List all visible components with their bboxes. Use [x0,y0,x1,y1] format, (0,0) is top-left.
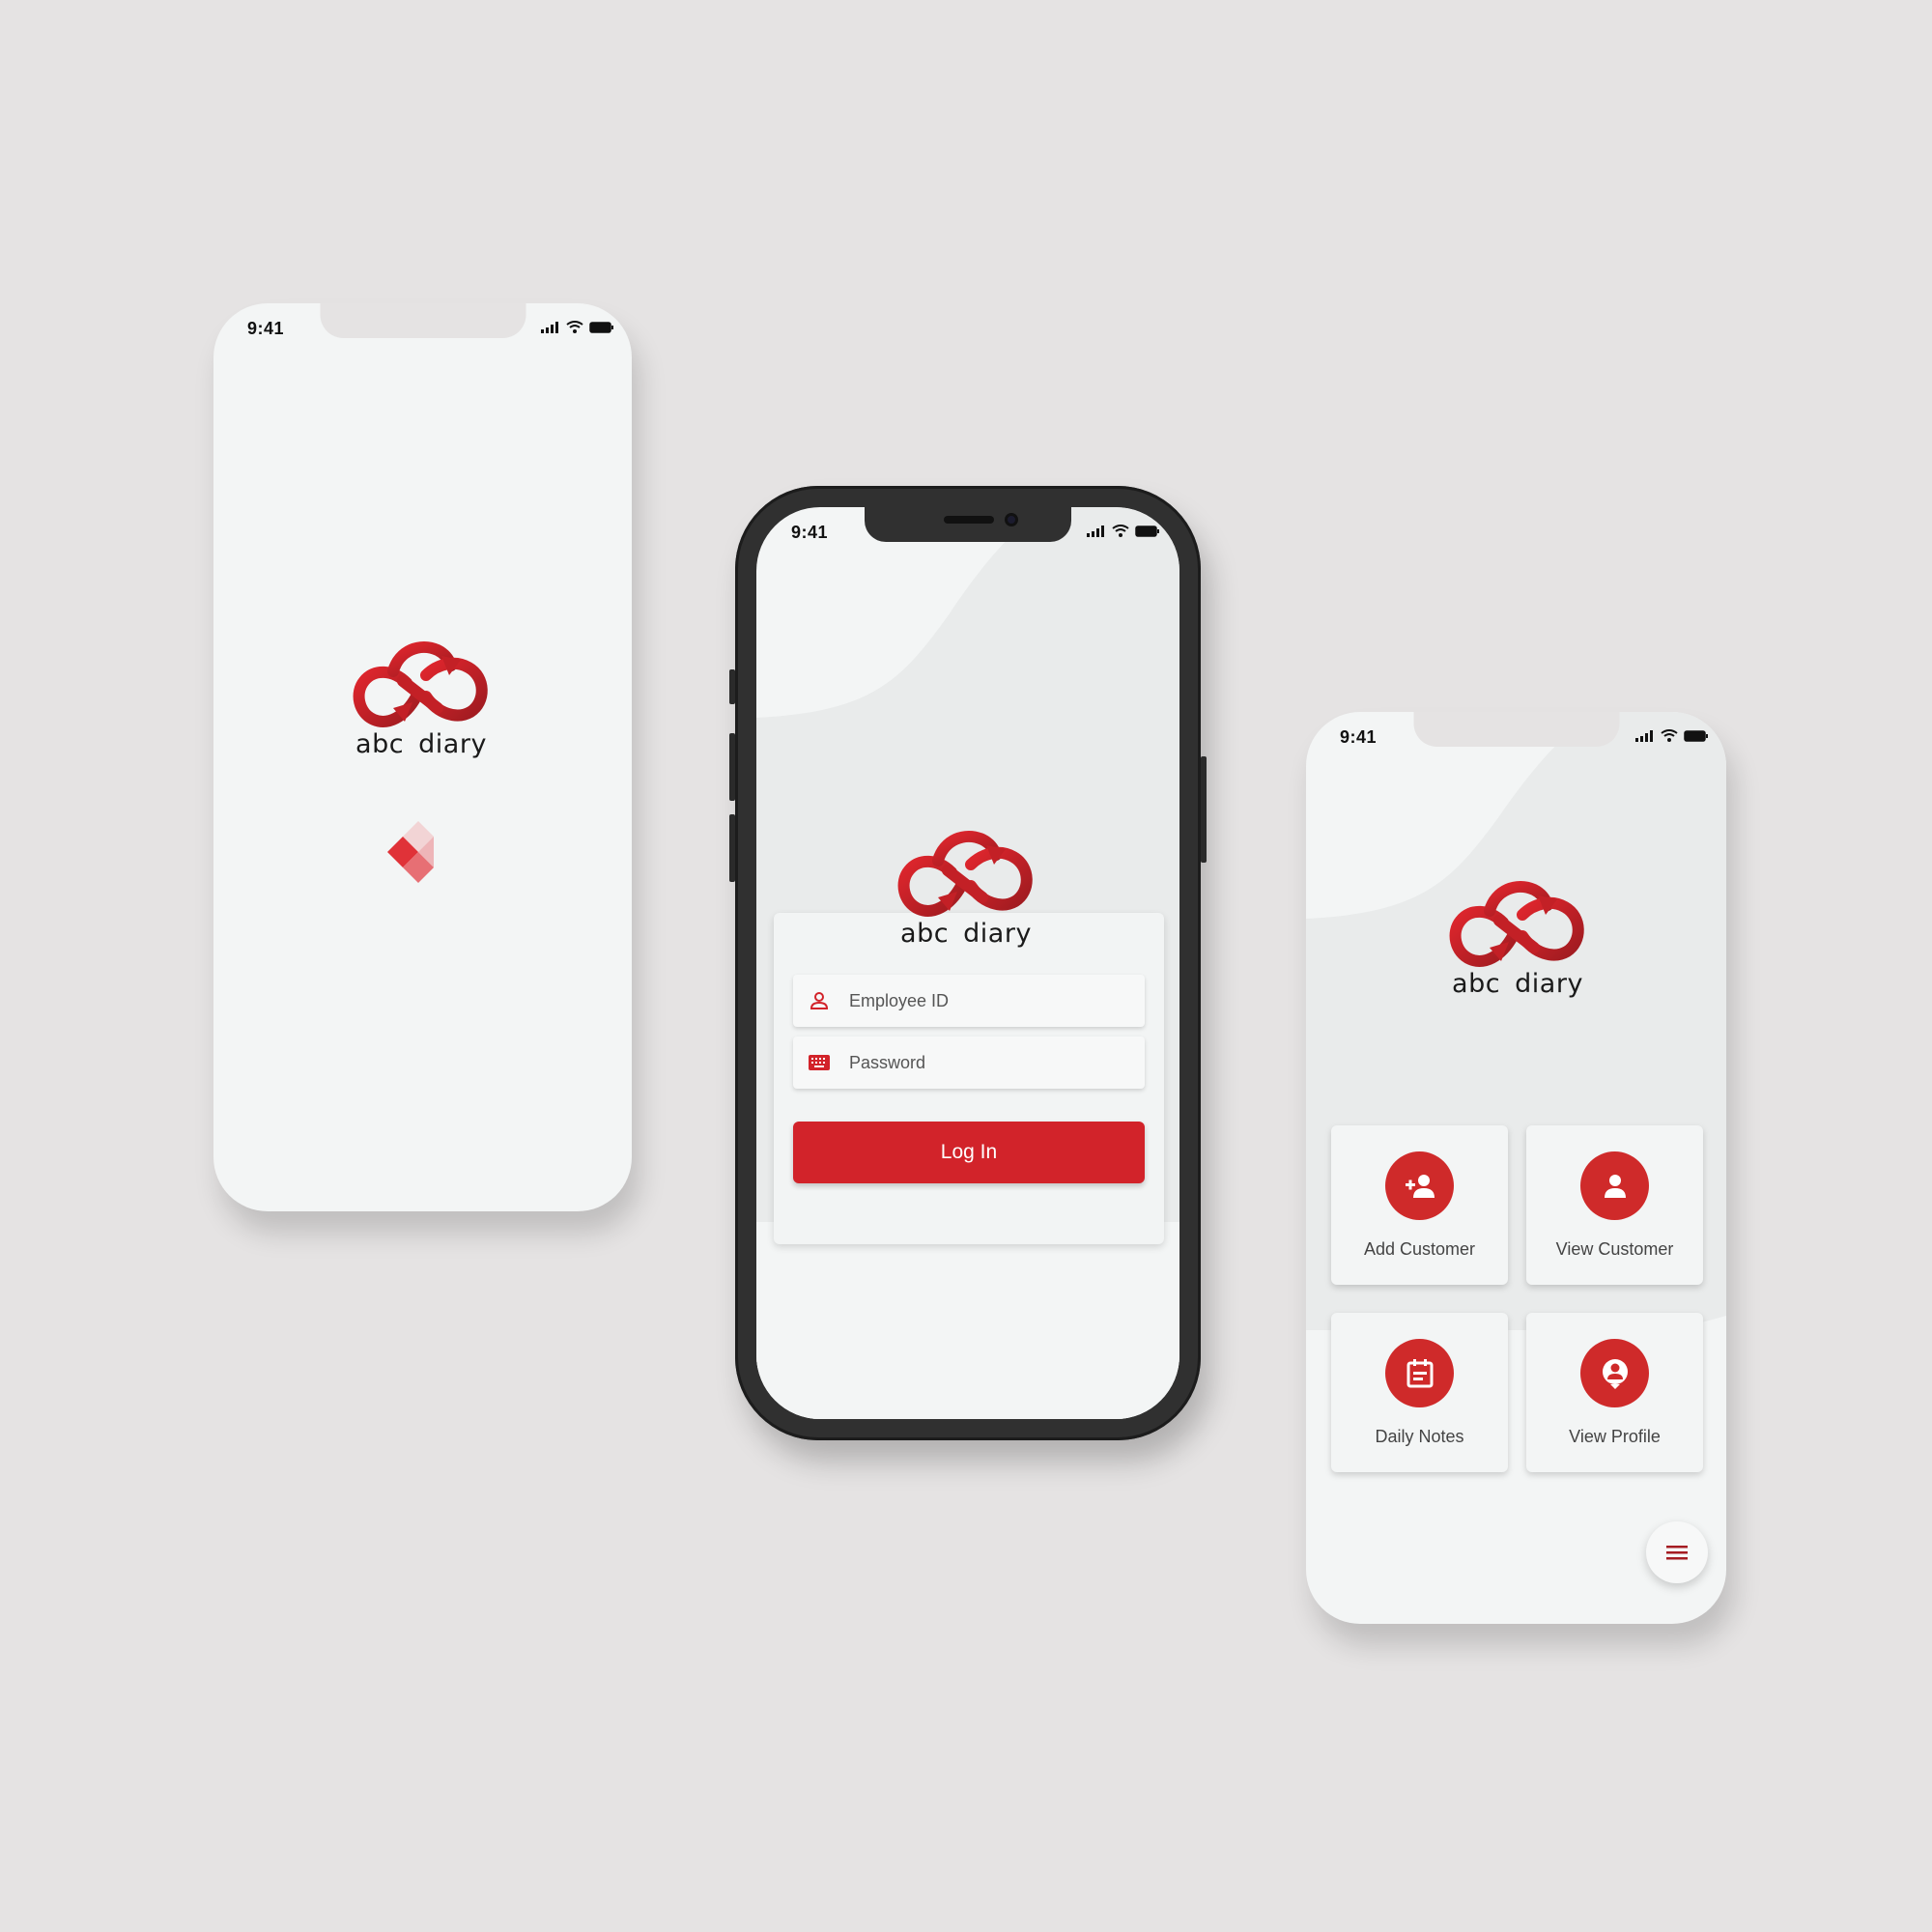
logo-mark-icon [349,637,494,733]
brand-name: abc diary [1452,969,1583,999]
diamond-loader-icon [387,821,434,883]
status-icons [1087,525,1160,537]
employee-id-field[interactable]: Employee ID [793,975,1145,1027]
login-screen: 9:41 Employee ID Password Log In abc dia… [756,507,1179,1419]
splash-screen: 9:41 abc diary [213,303,632,1211]
wifi-icon [1112,525,1129,537]
hamburger-menu-icon [1666,1546,1688,1560]
view-customer-tile[interactable]: View Customer [1526,1125,1703,1285]
keyboard-icon [809,1052,830,1073]
battery-icon [1684,729,1708,742]
signal-icon [1087,525,1104,537]
volume-up-button [729,733,735,801]
status-time: 9:41 [247,319,285,338]
menu-fab[interactable] [1646,1521,1708,1583]
brand-logo: abc diary [349,637,494,759]
login-card: Employee ID Password Log In [774,913,1164,1244]
notch [1413,712,1619,747]
wifi-icon [566,321,583,333]
brand-name: abc diary [355,729,487,759]
tile-label: Daily Notes [1375,1427,1464,1446]
status-icons [541,321,614,333]
notch [320,303,526,338]
tile-label: Add Customer [1363,1239,1476,1259]
battery-icon [1135,525,1159,537]
employee-id-placeholder: Employee ID [849,990,950,1010]
speaker [944,516,994,524]
login-button[interactable]: Log In [793,1122,1145,1183]
volume-down-button [729,814,735,882]
status-icons [1635,729,1709,742]
tile-label: View Profile [1569,1427,1661,1446]
logo-mark-icon [1445,876,1590,973]
calendar-notes-icon [1385,1339,1454,1407]
brand-logo: abc diary [1445,876,1590,999]
profile-badge-icon [1580,1339,1649,1407]
battery-icon [589,321,613,333]
tile-label: View Customer [1555,1239,1674,1259]
person-icon [1580,1151,1649,1220]
notch [865,507,1071,542]
add-person-icon [1385,1151,1454,1220]
person-outline-icon [809,990,830,1011]
password-placeholder: Password [849,1052,926,1072]
wifi-icon [1661,729,1678,742]
password-field[interactable]: Password [793,1037,1145,1089]
logo-mark-icon [894,826,1038,923]
front-camera [1005,513,1018,526]
brand-logo: abc diary [894,826,1038,949]
signal-icon [1635,729,1653,742]
power-button [1201,756,1207,863]
add-customer-tile[interactable]: Add Customer [1331,1125,1508,1285]
status-time: 9:41 [791,523,829,542]
status-time: 9:41 [1340,727,1378,747]
mute-switch [729,669,735,704]
view-profile-tile[interactable]: View Profile [1526,1313,1703,1472]
signal-icon [541,321,558,333]
dashboard-screen: 9:41 abc diary Add Customer View Custome… [1306,712,1726,1624]
daily-notes-tile[interactable]: Daily Notes [1331,1313,1508,1472]
login-phone: 9:41 Employee ID Password Log In abc dia… [729,486,1207,1440]
brand-name: abc diary [900,919,1032,949]
